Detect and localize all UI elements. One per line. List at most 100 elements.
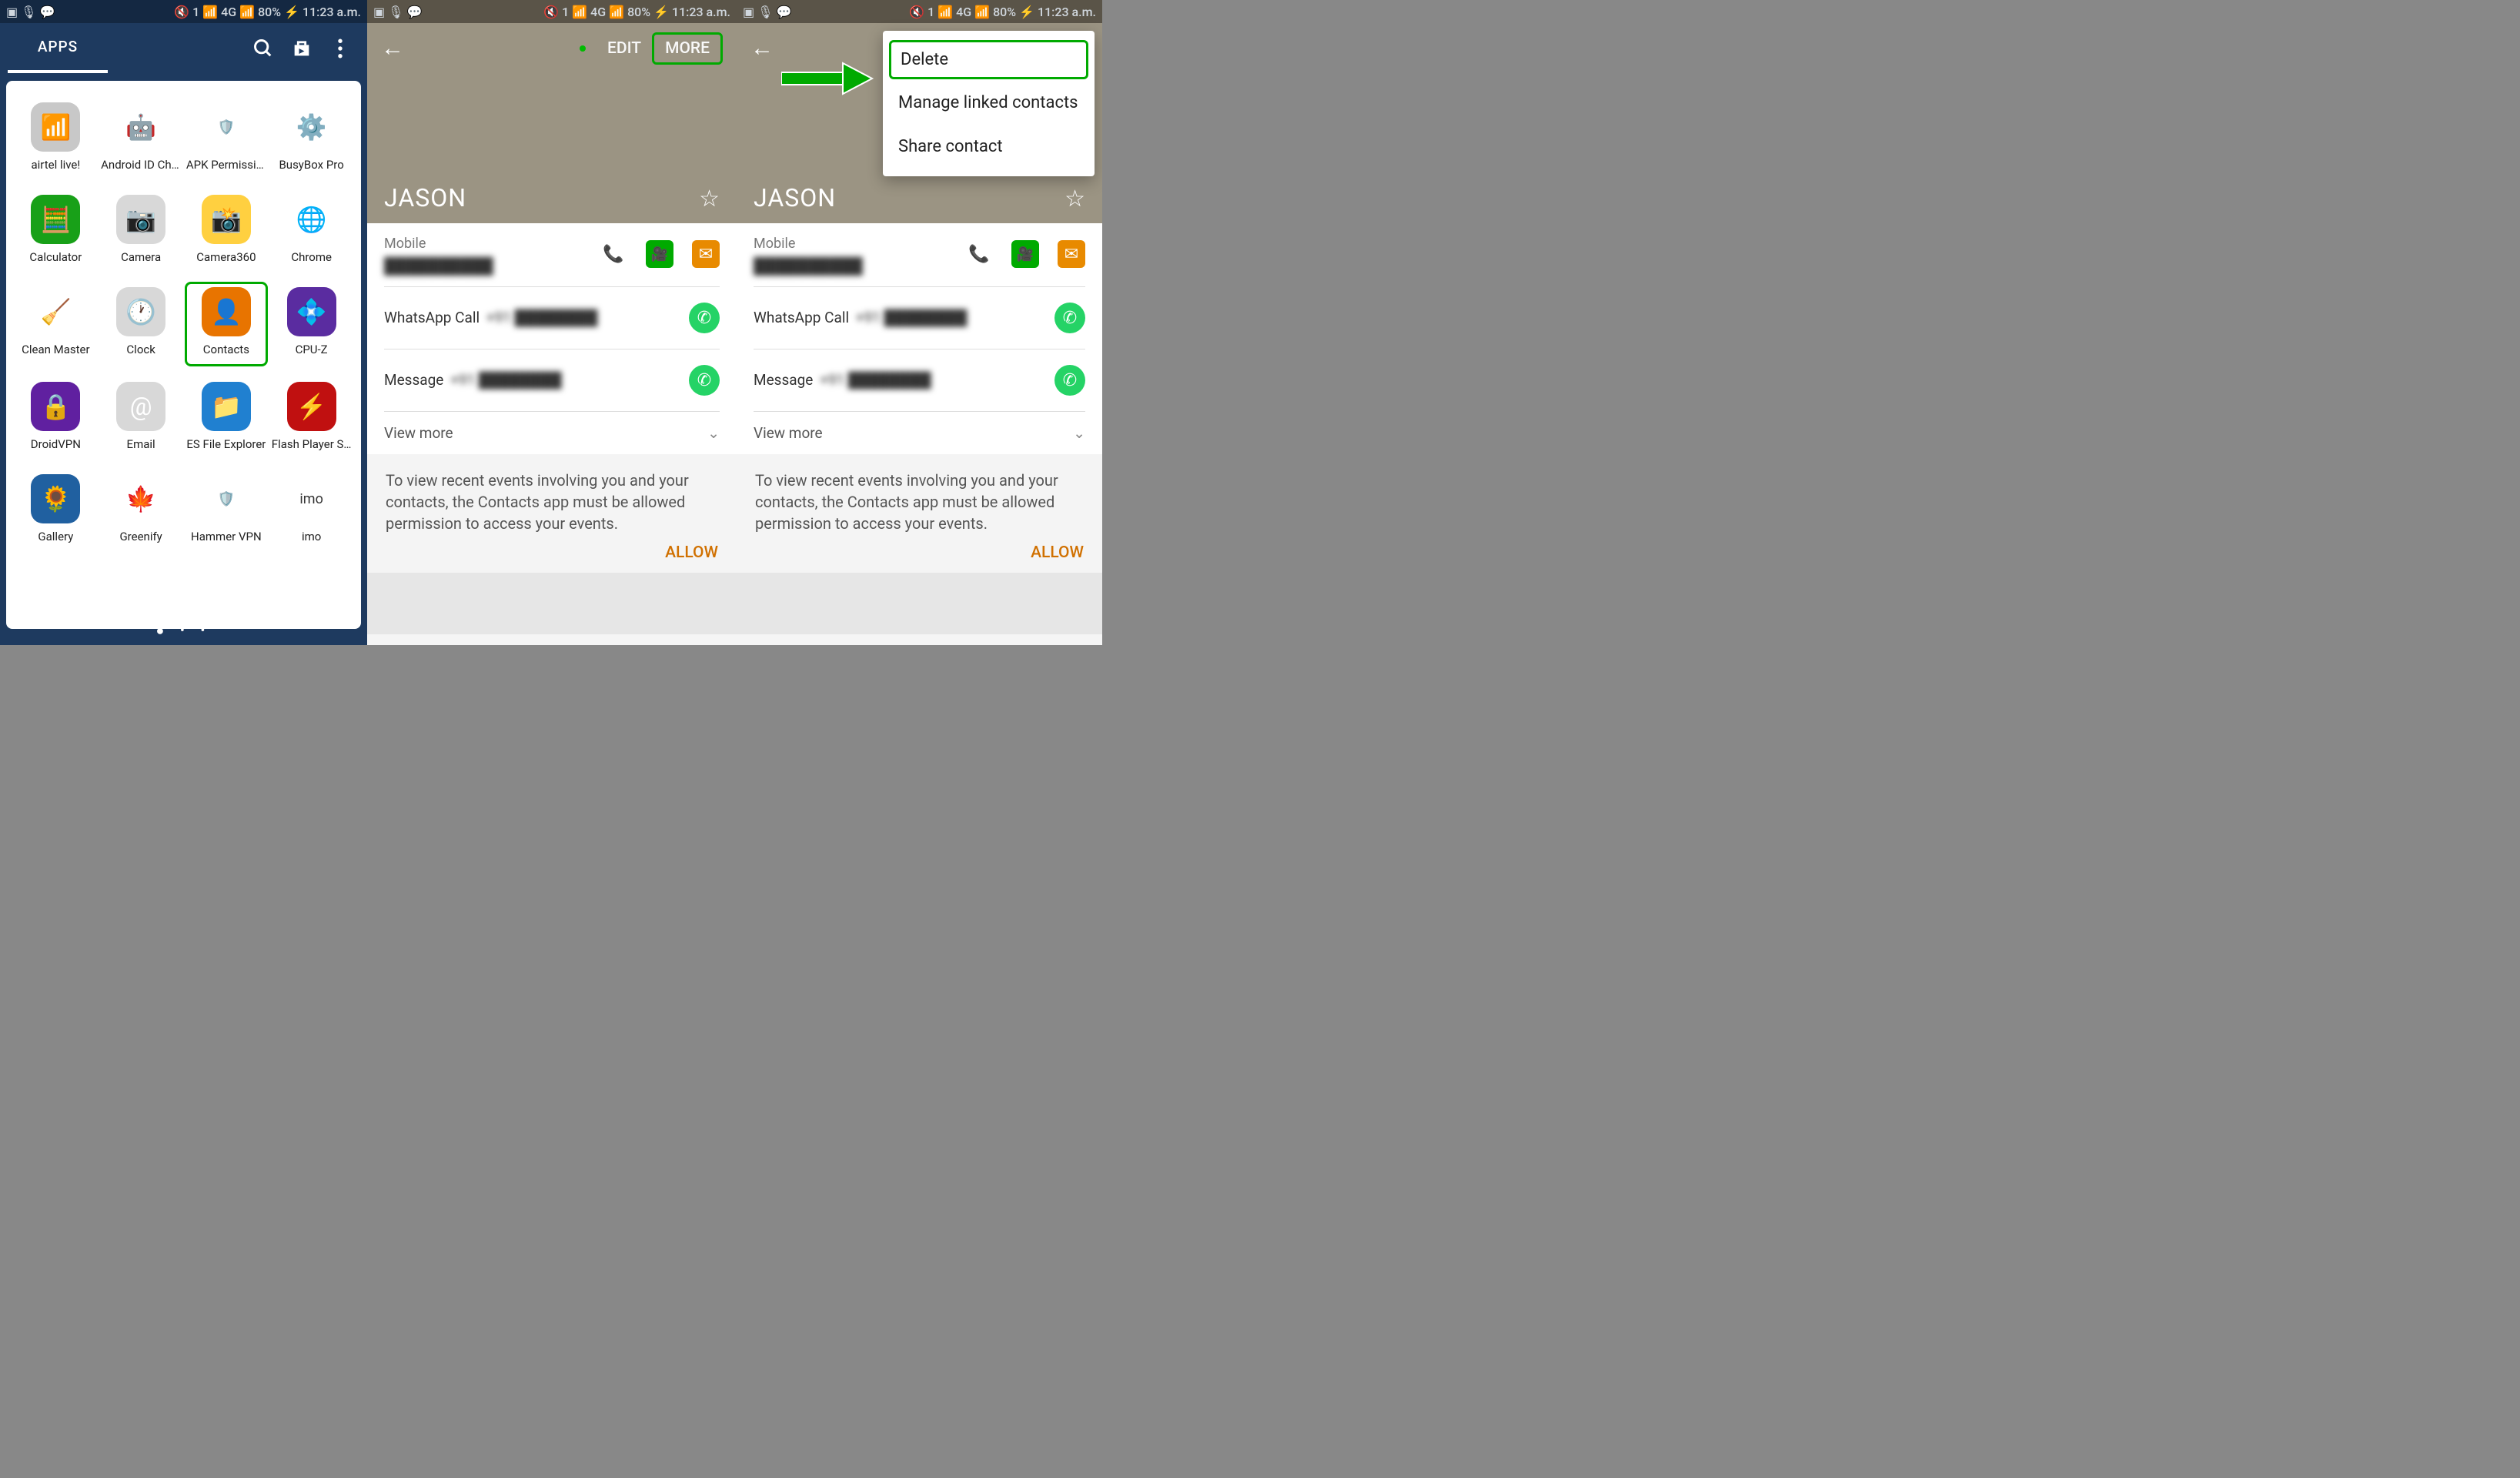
app-es-file-explorer[interactable]: 📁 ES File Explorer: [186, 382, 267, 451]
app-label: imo: [302, 530, 321, 543]
search-icon[interactable]: [244, 38, 282, 59]
favorite-star-icon[interactable]: ☆: [699, 186, 720, 212]
image-icon: ▣: [6, 5, 18, 19]
menu-share-contact[interactable]: Share contact: [883, 125, 1095, 169]
edit-button[interactable]: EDIT: [597, 35, 652, 62]
allow-button[interactable]: ALLOW: [386, 534, 718, 562]
app-icon: ⚙️: [287, 102, 336, 152]
app-cpu-z[interactable]: 💠CPU-Z: [271, 287, 352, 359]
app-icon: @: [116, 382, 165, 431]
app-icon: 📁: [202, 382, 251, 431]
app-icon: 🔒: [31, 382, 80, 431]
app-label: Calculator: [29, 250, 82, 264]
menu-manage-linked[interactable]: Manage linked contacts: [883, 81, 1095, 125]
view-more-label: View more: [384, 424, 453, 442]
app-gallery[interactable]: 🌻Gallery: [15, 474, 96, 543]
app-icon: 🛡️: [202, 102, 251, 152]
app-hammer-vpn[interactable]: 🛡️Hammer VPN: [186, 474, 267, 543]
clock-text: 11:23 a.m.: [672, 5, 730, 19]
app-airtel-live[interactable]: 📶airtel live!: [15, 102, 96, 172]
app-contacts[interactable]: 👤Contacts: [185, 282, 269, 366]
voice-icon: 🎙: [757, 5, 773, 19]
network-type: 4G: [221, 5, 236, 19]
message-icon[interactable]: ✉: [692, 240, 720, 268]
app-icon: 🧹: [31, 287, 80, 336]
view-more-row[interactable]: View more ⌄: [754, 412, 1085, 454]
screen-contact-detail: ▣🎙💬 🔇1📶4G📶80%⚡11:23 a.m. ← EDIT MORE JAS…: [367, 0, 737, 645]
app-camera360[interactable]: 📸Camera360: [186, 195, 267, 264]
app-greenify[interactable]: 🍁 Greenify: [101, 474, 182, 543]
battery-charging-icon: ⚡: [1019, 5, 1034, 19]
app-camera[interactable]: 📷Camera: [101, 195, 182, 264]
battery-charging-icon: ⚡: [653, 5, 669, 19]
video-icon[interactable]: 🎥: [1011, 240, 1039, 268]
app-icon: 🍁: [116, 474, 165, 523]
app-droidvpn[interactable]: 🔒DroidVPN: [15, 382, 96, 451]
app-email[interactable]: @Email: [101, 382, 182, 451]
app-label: Gallery: [38, 530, 73, 543]
whatsapp-icon[interactable]: ✆: [689, 303, 720, 333]
app-chrome[interactable]: 🌐Chrome: [271, 195, 352, 264]
battery-pct: 80%: [627, 5, 650, 19]
app-apk-permissio[interactable]: 🛡️APK Permissio…: [186, 102, 267, 172]
app-clean-master[interactable]: 🧹 Clean Master: [15, 287, 96, 359]
app-android-id-cha[interactable]: 🤖Android ID Cha…: [101, 102, 182, 172]
messenger-icon: 💬: [39, 5, 55, 19]
contact-name: JASON: [384, 183, 466, 212]
messenger-icon: 💬: [776, 5, 791, 19]
app-flash-player-s[interactable]: ⚡Flash Player S…: [271, 382, 352, 451]
more-button[interactable]: MORE: [652, 32, 723, 65]
permission-text: To view recent events involving you and …: [755, 470, 1084, 534]
annotation-arrow: [781, 62, 874, 95]
clock-text: 11:23 a.m.: [302, 5, 361, 19]
overflow-icon[interactable]: [321, 38, 359, 59]
app-panel: 📶airtel live!🤖Android ID Cha…🛡️APK Permi…: [6, 81, 361, 629]
whatsapp-message-row[interactable]: Message +91 ████████ ✆: [754, 349, 1085, 411]
app-label: ES File Explorer: [186, 437, 266, 451]
allow-button[interactable]: ALLOW: [755, 534, 1084, 562]
tab-apps[interactable]: APPS: [8, 23, 108, 73]
app-label: Camera360: [196, 250, 256, 264]
wa-msg-num: +91 ████████: [450, 371, 562, 389]
app-label: Clean Master: [22, 343, 89, 356]
signal-icon: 📶: [202, 5, 218, 19]
message-icon[interactable]: ✉: [1058, 240, 1085, 268]
status-bar: ▣🎙💬 🔇1📶4G📶80%⚡11:23 a.m.: [367, 0, 737, 23]
app-calculator[interactable]: 🧮Calculator: [15, 195, 96, 264]
app-label: Greenify: [119, 530, 162, 543]
permission-text: To view recent events involving you and …: [386, 470, 718, 534]
app-icon: 📶: [31, 102, 80, 152]
contact-header: ← EDIT MORE JASON ☆: [367, 23, 737, 223]
signal2-icon: 📶: [974, 5, 990, 19]
back-button[interactable]: ←: [381, 35, 404, 62]
whatsapp-call-row[interactable]: WhatsApp Call +91 ████████ ✆: [754, 287, 1085, 349]
app-icon: ⚡: [287, 382, 336, 431]
app-label: CPU-Z: [296, 343, 328, 356]
voice-icon: 🎙: [388, 5, 403, 19]
store-icon[interactable]: [282, 38, 321, 59]
app-clock[interactable]: 🕐Clock: [101, 287, 182, 359]
app-busybox-pro[interactable]: ⚙️BusyBox Pro: [271, 102, 352, 172]
whatsapp-icon[interactable]: ✆: [1054, 303, 1085, 333]
status-right: 🔇 1 📶 4G 📶 80% ⚡ 11:23 a.m.: [174, 5, 361, 19]
whatsapp-call-row[interactable]: WhatsApp Call +91 ████████ ✆: [384, 287, 720, 349]
sim-icon: 1: [192, 5, 199, 19]
image-icon: ▣: [743, 5, 754, 19]
call-icon[interactable]: 📞: [600, 240, 627, 268]
wa-msg-label: Message: [384, 371, 443, 389]
permission-box: To view recent events involving you and …: [367, 454, 737, 573]
empty-area: [737, 573, 1102, 634]
whatsapp-icon[interactable]: ✆: [1054, 365, 1085, 396]
favorite-star-icon[interactable]: ☆: [1064, 186, 1085, 212]
back-button[interactable]: ←: [750, 35, 774, 62]
menu-delete[interactable]: Delete: [889, 40, 1088, 79]
status-bar: ▣ 🎙 💬 🔇 1 📶 4G 📶 80% ⚡ 11:23 a.m.: [0, 0, 367, 23]
app-imo[interactable]: imoimo: [271, 474, 352, 543]
whatsapp-icon[interactable]: ✆: [689, 365, 720, 396]
whatsapp-message-row[interactable]: Message +91 ████████ ✆: [384, 349, 720, 411]
video-icon[interactable]: 🎥: [646, 240, 673, 268]
chevron-down-icon: ⌄: [707, 424, 720, 442]
status-bar: ▣🎙💬 🔇1📶4G📶80%⚡11:23 a.m.: [737, 0, 1102, 23]
call-icon[interactable]: 📞: [965, 240, 993, 268]
view-more-row[interactable]: View more ⌄: [384, 412, 720, 454]
